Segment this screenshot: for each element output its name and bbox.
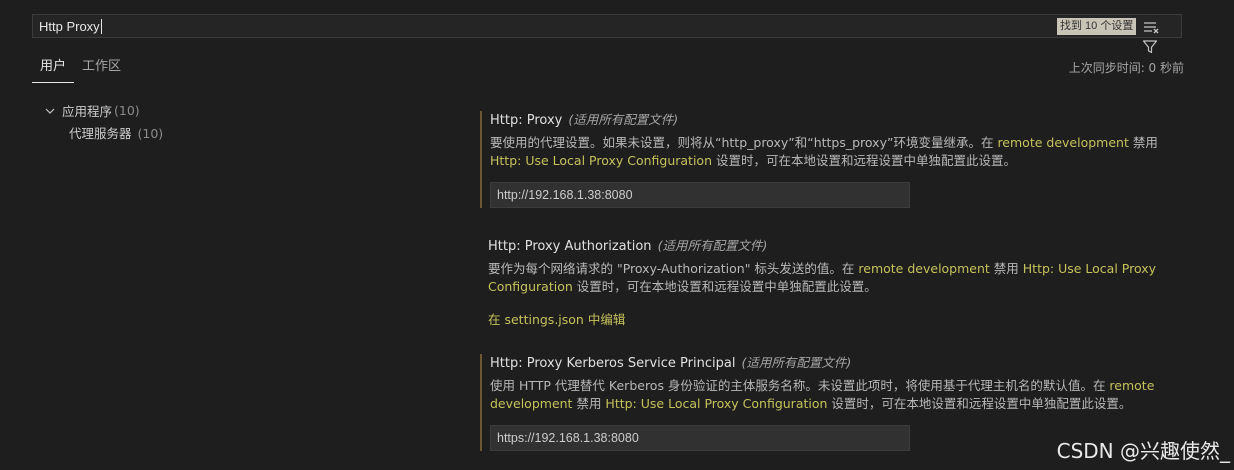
use-local-proxy-link[interactable]: Http: Use Local Proxy Configuration: [605, 396, 827, 411]
text-caret: [101, 19, 102, 34]
setting-scope: (适用所有配置文件): [568, 112, 679, 127]
setting-http-proxy-authorization: Http: Proxy Authorization (适用所有配置文件) 要作为每…: [480, 237, 1180, 328]
kerberos-principal-input[interactable]: [490, 425, 910, 451]
setting-description: 要使用的代理设置。如果未设置，则将从“http_proxy”和“https_pr…: [490, 135, 1158, 168]
setting-description: 要作为每个网络请求的 "Proxy-Authorization" 标头发送的值。…: [488, 261, 1157, 294]
tree-item-proxy-server[interactable]: 代理服务器 (10): [69, 123, 163, 142]
sync-status: 上次同步时间: 0 秒前: [1068, 61, 1184, 75]
tree-item-label: 代理服务器: [69, 126, 132, 141]
setting-scope: (适用所有配置文件): [657, 238, 768, 253]
use-local-proxy-link[interactable]: Http: Use Local Proxy Configuration: [490, 153, 712, 168]
csdn-watermark: CSDN @兴趣使然_: [1056, 439, 1230, 463]
search-input[interactable]: [39, 18, 1039, 35]
setting-title: Http: Proxy Authorization (适用所有配置文件): [488, 238, 768, 254]
settings-search-box[interactable]: 找到 10 个设置: [32, 14, 1182, 54]
tree-item-application[interactable]: 应用程序 (10): [44, 101, 140, 120]
setting-title: Http: Proxy Kerberos Service Principal (适…: [490, 355, 852, 371]
setting-title: Http: Proxy (适用所有配置文件): [490, 112, 679, 128]
tree-item-label: 应用程序: [62, 104, 113, 119]
setting-description: 使用 HTTP 代理替代 Kerberos 身份验证的主体服务名称。未设置此项时…: [490, 378, 1155, 411]
edit-in-settings-json-link[interactable]: 在 settings.json 中编辑: [488, 309, 625, 328]
tab-user[interactable]: 用户: [32, 58, 75, 83]
search-results-badge: 找到 10 个设置: [1057, 18, 1137, 35]
http-proxy-input[interactable]: [490, 182, 910, 208]
clear-filter-icon[interactable]: [1142, 19, 1160, 35]
remote-development-link[interactable]: remote development: [997, 135, 1128, 150]
tab-workspace[interactable]: 工作区: [74, 58, 129, 82]
remote-development-link[interactable]: remote development: [858, 261, 989, 276]
setting-http-proxy: Http: Proxy (适用所有配置文件) 要使用的代理设置。如果未设置，则将从…: [480, 111, 1182, 208]
chevron-down-icon: [44, 105, 56, 117]
tree-item-count: (10): [137, 126, 164, 141]
setting-scope: (适用所有配置文件): [741, 355, 852, 370]
tree-item-count: (10): [114, 103, 140, 118]
settings-tabs: 用户 工作区: [32, 58, 129, 83]
filter-icon[interactable]: [1142, 39, 1160, 55]
